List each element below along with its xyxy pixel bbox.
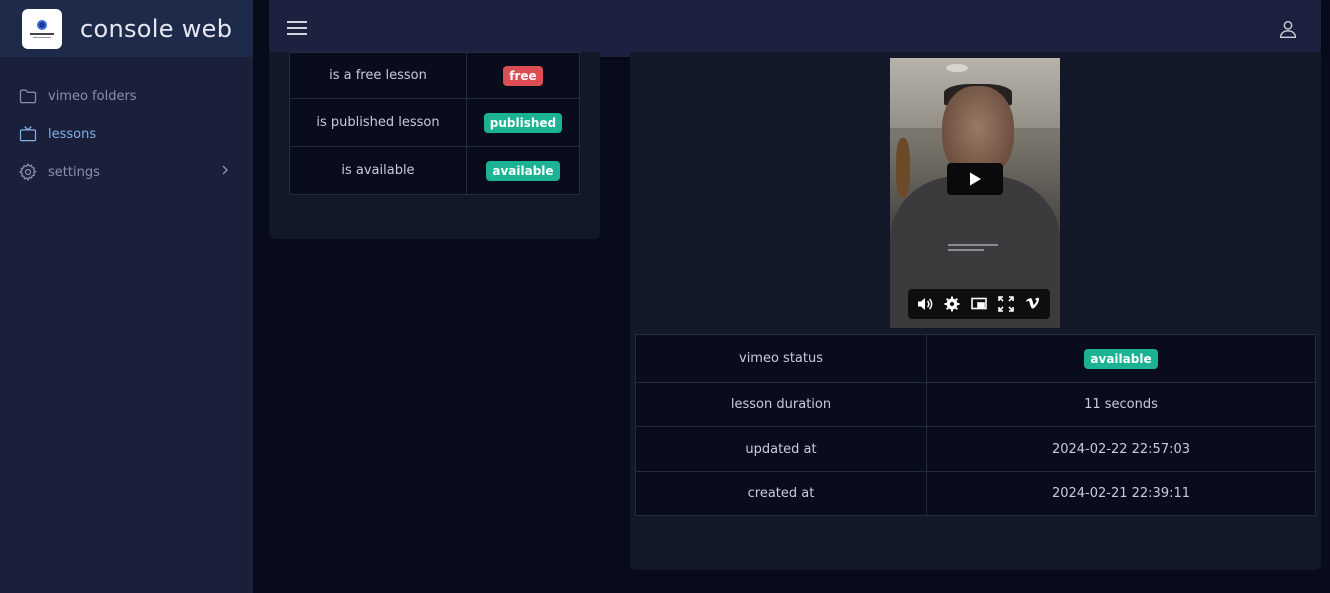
pip-icon[interactable] [970,295,988,313]
lesson-info-table: vimeo status available lesson duration 1… [635,334,1316,516]
flag-label: is published lesson [289,98,467,147]
app-title: console web [80,14,233,43]
chevron-right-icon [219,164,231,180]
app-logo [22,8,62,49]
sidebar-item-label: vimeo folders [48,88,137,104]
sidebar-item-label: lessons [48,126,97,142]
vimeo-logo-icon[interactable] [1024,295,1042,313]
sidebar-nav: vimeo folders lessons settings [0,77,253,191]
video-controls [908,289,1050,319]
flag-label: is a free lesson [289,52,467,99]
table-row: is a free lesson free [289,52,581,99]
flag-label: is available [289,146,467,195]
info-value: 2024-02-21 22:39:11 [926,471,1316,516]
sidebar-item-vimeo-folders[interactable]: vimeo folders [0,77,253,115]
sidebar-item-settings[interactable]: settings [0,153,253,191]
folder-icon [19,89,37,104]
lesson-video-card: vimeo status available lesson duration 1… [630,52,1321,570]
hamburger-menu-icon[interactable] [286,18,308,38]
fullscreen-icon[interactable] [997,295,1015,313]
table-row: updated at 2024-02-22 22:57:03 [635,426,1316,472]
lesson-flags-card: is a free lesson free is published lesso… [269,52,600,239]
topbar [269,0,1321,57]
video-player[interactable] [890,58,1060,328]
user-icon[interactable] [1277,18,1299,40]
info-label: lesson duration [635,382,927,427]
lesson-flags-table: is a free lesson free is published lesso… [289,52,581,195]
info-label: vimeo status [635,334,927,383]
sidebar-item-label: settings [48,164,100,180]
free-badge: free [503,65,543,86]
brand[interactable]: console web [0,0,253,57]
info-label: created at [635,471,927,516]
table-row: vimeo status available [635,334,1316,383]
play-button[interactable] [947,163,1003,195]
table-row: is available available [289,146,581,195]
info-value: 11 seconds [926,382,1316,427]
sidebar: console web vimeo folders lessons settin… [0,0,253,593]
volume-icon[interactable] [916,295,934,313]
table-row: is published lesson published [289,98,581,147]
info-label: updated at [635,426,927,472]
info-value: 2024-02-22 22:57:03 [926,426,1316,472]
table-row: created at 2024-02-21 22:39:11 [635,471,1316,516]
gear-icon [19,163,37,182]
play-icon [970,172,981,186]
tv-icon [19,126,37,142]
published-badge: published [483,112,563,133]
available-badge: available [486,160,560,181]
sidebar-item-lessons[interactable]: lessons [0,115,253,153]
settings-icon[interactable] [943,295,961,313]
table-row: lesson duration 11 seconds [635,382,1316,427]
vimeo-status-badge: available [1084,348,1158,369]
